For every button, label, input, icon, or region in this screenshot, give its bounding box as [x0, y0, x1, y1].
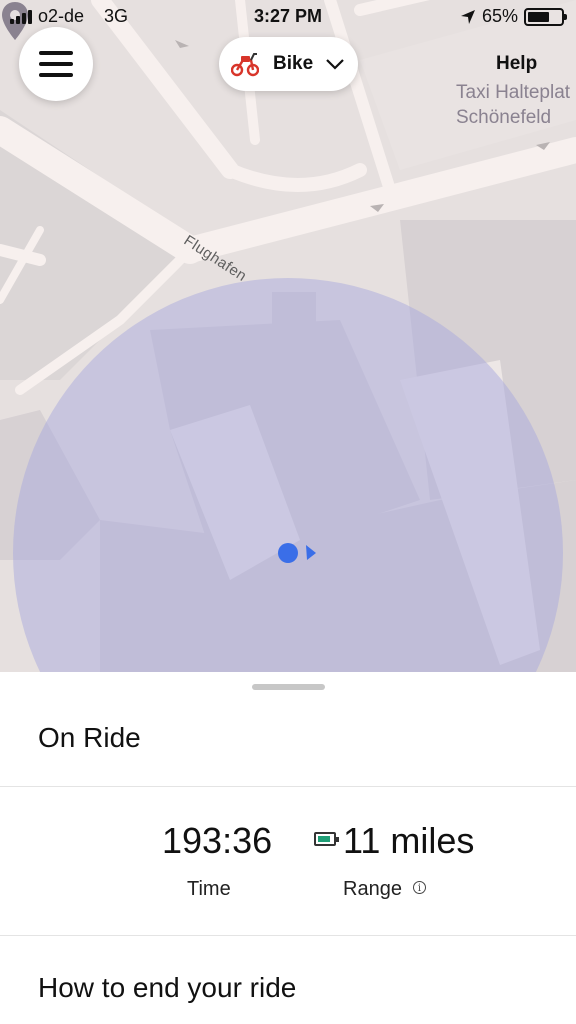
divider — [0, 935, 576, 936]
battery-percent: 65% — [481, 6, 518, 26]
battery-icon — [524, 7, 567, 26]
status-right: 65% — [460, 6, 567, 27]
range-battery-icon — [314, 832, 339, 846]
map-view[interactable]: Flughafen Taxi Halteplat Schönefeld — [0, 0, 576, 672]
scooter-icon — [231, 53, 259, 77]
chevron-down-icon — [326, 59, 344, 70]
poi-name-line1: Taxi Halteplat — [456, 82, 571, 103]
ride-sheet: On Ride 193:36 Time 11 miles Range i How… — [0, 672, 576, 1024]
menu-button[interactable] — [19, 27, 93, 101]
ride-time-label: Time — [187, 878, 231, 900]
ride-status-title: On Ride — [38, 722, 141, 753]
info-icon[interactable]: i — [413, 881, 426, 894]
poi-label[interactable]: Taxi Halteplat Schönefeld — [456, 80, 570, 130]
vehicle-mode-selector[interactable]: Bike — [219, 37, 358, 91]
range-value: 11 miles — [343, 820, 475, 861]
range-label: Range — [343, 878, 402, 900]
current-location-dot — [278, 543, 298, 563]
divider — [0, 786, 576, 787]
location-arrow-icon — [460, 9, 475, 24]
hamburger-icon — [39, 51, 73, 55]
sheet-drag-handle[interactable] — [252, 684, 325, 690]
ride-time-value: 193:36 — [162, 820, 273, 861]
how-to-end-ride-link[interactable]: How to end your ride — [38, 972, 296, 1004]
poi-name-line2: Schönefeld — [456, 107, 552, 128]
help-button[interactable]: Help — [496, 53, 537, 75]
status-bar: o2-de 3G 3:27 PM 65% — [0, 0, 576, 34]
vehicle-mode-label: Bike — [273, 53, 314, 74]
